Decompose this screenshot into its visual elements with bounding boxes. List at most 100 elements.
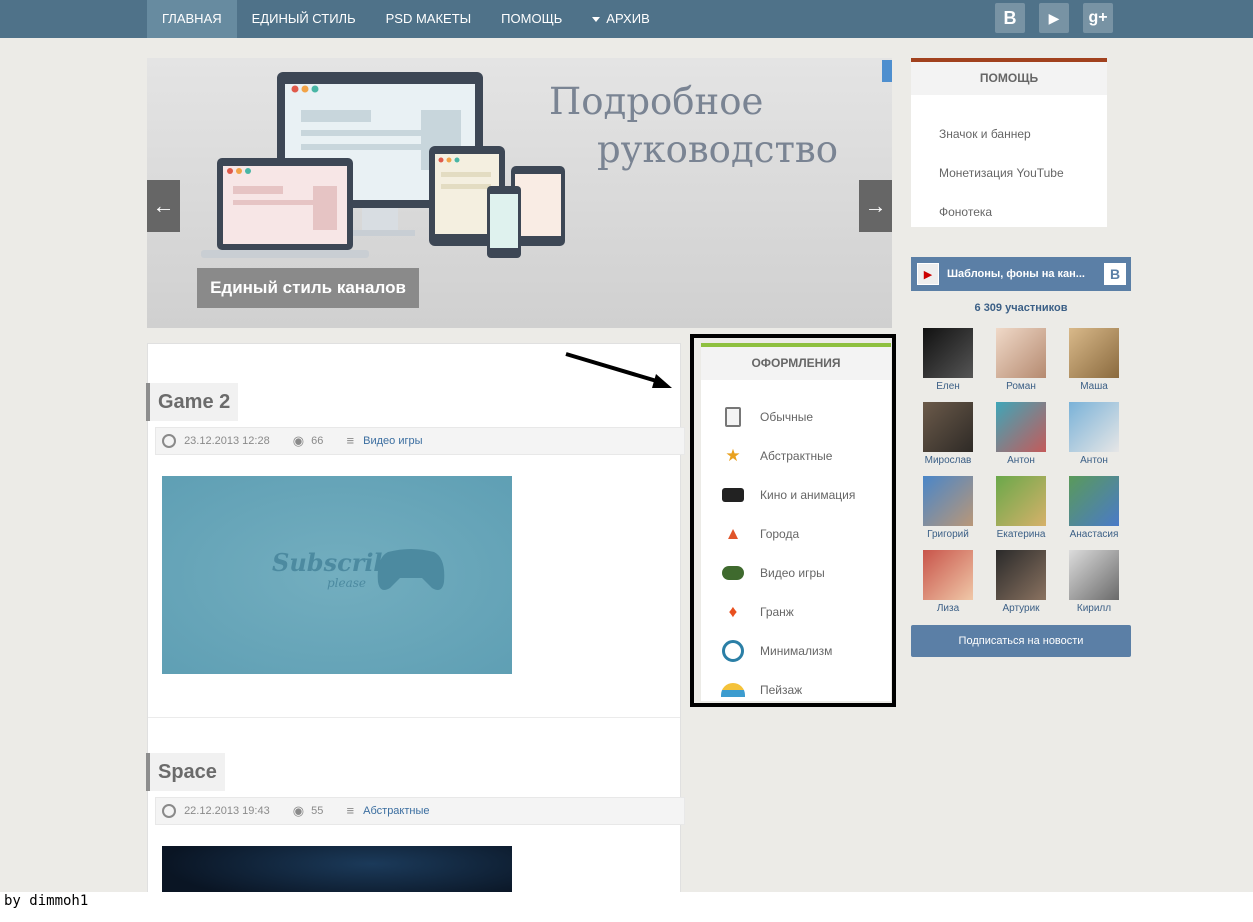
- hero-slider[interactable]: Подробное руководство Единый стиль канал…: [147, 58, 892, 328]
- comet-icon: ★: [725, 446, 741, 465]
- category-item[interactable]: Видео игры: [721, 561, 825, 585]
- clock-icon: [162, 804, 176, 819]
- avatar: [1069, 402, 1119, 452]
- youtube-social-icon[interactable]: ▶: [1039, 3, 1069, 33]
- category-label: Обычные: [760, 410, 814, 424]
- top-navbar: Главная Единый стиль PSD макеты Помощь А…: [0, 0, 1253, 38]
- posts-column: Game 2 23.12.2013 12:28 ◉ 66 ≡ Видео игр…: [146, 343, 685, 906]
- notebook-icon: [721, 405, 745, 429]
- vk-group-name[interactable]: Шаблоны, фоны на кан...: [947, 268, 1085, 280]
- member-name: Артурик: [1002, 603, 1040, 614]
- post-separator: [148, 717, 680, 718]
- vk-group-header[interactable]: ▶ Шаблоны, фоны на кан... В: [911, 257, 1131, 291]
- categories-heading: Оформления: [701, 347, 891, 380]
- category-item[interactable]: ♦ Гранж: [721, 600, 794, 624]
- vk-member[interactable]: Артурик: [993, 550, 1049, 614]
- help-link[interactable]: Значок и баннер: [939, 127, 1031, 141]
- post-thumbnail[interactable]: Subscribe please: [162, 476, 512, 674]
- help-link[interactable]: Монетизация YouTube: [939, 166, 1064, 180]
- slider-prev-button[interactable]: ←: [147, 180, 180, 232]
- member-name: Антон: [1080, 455, 1108, 466]
- avatar: [923, 550, 973, 600]
- post-date: 23.12.2013 12:28: [184, 435, 270, 448]
- vk-member[interactable]: Антон: [993, 402, 1049, 466]
- arrow-left-icon: ←: [152, 193, 175, 218]
- eye-icon: ◉: [292, 803, 305, 819]
- eye-icon: ◉: [292, 433, 305, 449]
- member-name: Лиза: [936, 603, 960, 614]
- vk-member[interactable]: Антон: [1066, 402, 1122, 466]
- post-title[interactable]: Space: [146, 753, 225, 791]
- list-icon: ≡: [346, 803, 355, 819]
- avatar: [923, 328, 973, 378]
- category-label: Минимализм: [760, 644, 833, 658]
- vk-logo-icon: В: [1104, 263, 1126, 285]
- avatar: [996, 550, 1046, 600]
- post-views: 66: [311, 435, 324, 448]
- nav-item-archive-label: Архив: [606, 11, 650, 26]
- avatar: [923, 402, 973, 452]
- list-icon: ≡: [346, 433, 355, 449]
- ring-icon: [721, 639, 745, 663]
- post-date: 22.12.2013 19:43: [184, 805, 270, 818]
- post-meta: 22.12.2013 19:43 ◉ 55 ≡ Абстрактные: [155, 797, 685, 825]
- slider-tab[interactable]: [882, 60, 892, 82]
- group-avatar: ▶: [917, 263, 939, 285]
- member-name: Екатерина: [996, 529, 1046, 540]
- help-link[interactable]: Фонотека: [939, 205, 992, 219]
- category-label: Кино и анимация: [760, 488, 856, 502]
- help-widget: Помощь Значок и баннер Монетизация YouTu…: [911, 58, 1107, 227]
- vk-member[interactable]: Анастасия: [1066, 476, 1122, 540]
- vk-member[interactable]: Мирослав: [920, 402, 976, 466]
- post-meta: 23.12.2013 12:28 ◉ 66 ≡ Видео игры: [155, 427, 685, 455]
- member-name: Маша: [1080, 381, 1108, 392]
- sunset-icon: [721, 678, 745, 702]
- nav-item-unified-style[interactable]: Единый стиль: [237, 0, 371, 38]
- post-views: 55: [311, 805, 324, 818]
- slide-title: Подробное руководство: [549, 78, 838, 174]
- avatar: [996, 328, 1046, 378]
- gamepad-icon: [377, 549, 445, 590]
- vk-member[interactable]: Роман: [993, 328, 1049, 392]
- nav-item-psd[interactable]: PSD макеты: [371, 0, 487, 38]
- help-heading: Помощь: [911, 62, 1107, 95]
- category-item[interactable]: Кино и анимация: [721, 483, 855, 507]
- member-name: Мирослав: [924, 455, 972, 466]
- category-item[interactable]: ★ Абстрактные: [721, 444, 832, 468]
- post-category-link[interactable]: Видео игры: [363, 428, 422, 454]
- vk-member[interactable]: Елен: [920, 328, 976, 392]
- categories-widget: Оформления Обычные ★ Абстрактные Кино и …: [701, 343, 891, 701]
- avatar: [923, 476, 973, 526]
- slider-next-button[interactable]: →: [859, 180, 892, 232]
- nav-item-help[interactable]: Помощь: [486, 0, 577, 38]
- avatar: [1069, 550, 1119, 600]
- category-label: Города: [760, 527, 800, 541]
- vk-member[interactable]: Екатерина: [993, 476, 1049, 540]
- vk-subscribe-button[interactable]: Подписаться на новости: [911, 625, 1131, 657]
- post-title[interactable]: Game 2: [146, 383, 239, 421]
- category-label: Гранж: [760, 605, 794, 619]
- vk-member[interactable]: Григорий: [920, 476, 976, 540]
- category-item[interactable]: Обычные: [721, 405, 813, 429]
- member-name: Антон: [1007, 455, 1035, 466]
- nav-item-home[interactable]: Главная: [147, 0, 237, 38]
- slide-caption[interactable]: Единый стиль каналов: [197, 268, 419, 308]
- category-item[interactable]: Пейзаж: [721, 678, 802, 702]
- post-category-link[interactable]: Абстрактные: [363, 798, 429, 824]
- gplus-social-icon[interactable]: g+: [1083, 3, 1113, 33]
- category-label: Видео игры: [760, 566, 825, 580]
- vk-member[interactable]: Маша: [1066, 328, 1122, 392]
- vk-member[interactable]: Лиза: [920, 550, 976, 614]
- annotation-arrow: [565, 352, 672, 388]
- avatar: [996, 476, 1046, 526]
- vk-member[interactable]: Кирилл: [1066, 550, 1122, 614]
- arrow-right-icon: →: [864, 193, 887, 218]
- category-item[interactable]: ▲ Города: [721, 522, 800, 546]
- slide-title-line2: руководство: [597, 128, 839, 171]
- member-name: Елен: [936, 381, 960, 392]
- vk-social-icon[interactable]: В: [995, 3, 1025, 33]
- category-item[interactable]: Минимализм: [721, 639, 832, 663]
- nav-item-archive[interactable]: Архив: [577, 0, 664, 38]
- vk-members-count[interactable]: 6 309 участников: [911, 302, 1131, 314]
- avatar: [1069, 476, 1119, 526]
